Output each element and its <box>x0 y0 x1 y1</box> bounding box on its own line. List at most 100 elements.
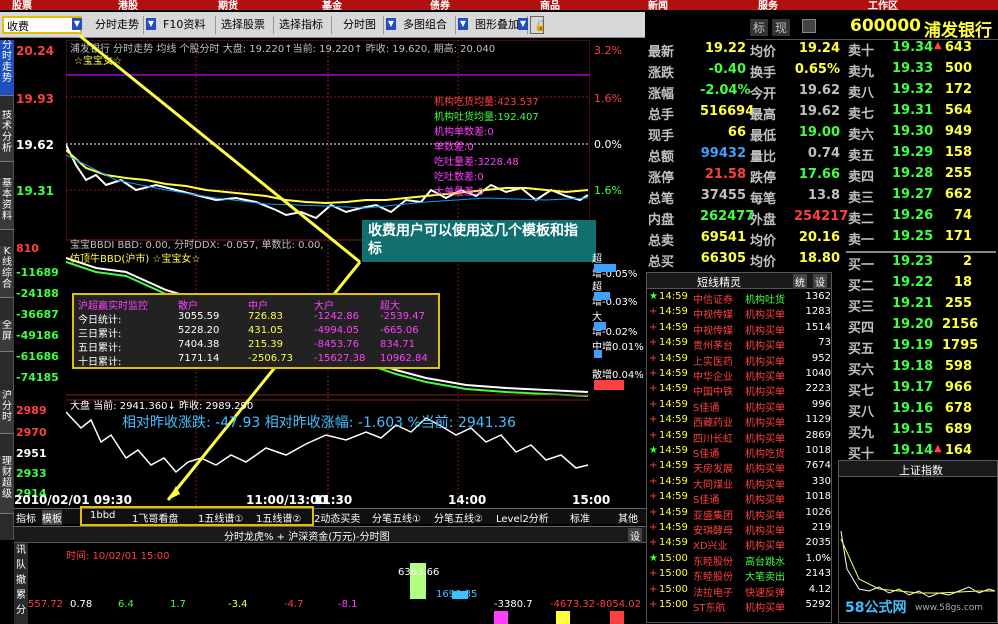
deal-row[interactable]: ★ 14:59 中信证券 机构吐货 1362 <box>649 291 833 306</box>
order-row[interactable]: 买一 19.23 2 <box>846 254 996 275</box>
deal-row[interactable]: +14:59 贵州茅台 机构买单 73 <box>649 337 833 352</box>
deal-row[interactable]: +14:59 四川长虹 机构买单 2869 <box>649 430 833 445</box>
toolbar-intraday[interactable]: 分时走势 <box>92 16 144 34</box>
side-label[interactable]: 分 <box>14 603 28 618</box>
lower-settings-button[interactable]: 设 <box>628 528 642 543</box>
quote-label: 总买 <box>648 255 675 270</box>
order-volume: 255 <box>944 296 972 311</box>
menu-item-workspace[interactable]: 工作区 <box>868 0 898 12</box>
order-price: 19.18 <box>892 359 934 374</box>
menu-item-funds[interactable]: 基金 <box>322 0 342 12</box>
order-row[interactable]: 买五 19.19 1795 <box>846 338 996 359</box>
intraday-dropdown-icon[interactable]: ▼ <box>146 18 156 30</box>
deal-row[interactable]: +14:59 中国中铁 机构买单 2223 <box>649 383 833 398</box>
deal-row[interactable]: +14:59 XD兴业 机构买单 2035 <box>649 537 833 552</box>
order-row[interactable]: 买九 19.15 689 <box>846 422 996 443</box>
time-1500: 15:00 <box>572 493 611 507</box>
order-row[interactable]: 卖六 19.30 949 <box>846 124 996 145</box>
multi-chart-dropdown-icon[interactable]: ▼ <box>458 18 468 30</box>
deal-row[interactable]: +15:00 东睦股份 大笔卖出 2143 <box>649 568 833 583</box>
fee-dropdown-arrow-icon[interactable]: ▼ <box>72 18 82 30</box>
tab-fenbi1[interactable]: 分笔五线① <box>372 510 421 525</box>
deal-row[interactable]: +14:59 中华企业 机构买单 1040 <box>649 368 833 383</box>
order-row[interactable]: 卖七 19.31 564 <box>846 103 996 124</box>
tab-dynamic[interactable]: 2动态买卖 <box>314 510 360 525</box>
deal-row[interactable]: +14:59 亚盛集团 机构买单 1026 <box>649 507 833 522</box>
deal-row[interactable]: +15:00 ST东航 机构买单 5292 <box>649 599 833 614</box>
tab-standard[interactable]: 标准 <box>570 510 590 525</box>
deals-stat-button[interactable]: 统 <box>793 274 807 289</box>
bar <box>594 292 610 300</box>
menu-item-service[interactable]: 服务 <box>758 0 778 12</box>
deal-row[interactable]: +14:59 中视传媒 机构买单 1283 <box>649 306 833 321</box>
side-label[interactable]: 撤 <box>14 573 28 588</box>
deal-row[interactable]: ★ 14:59 S佳通 机构吃货 1018 <box>649 445 833 460</box>
order-row[interactable]: 卖四 19.28 255 <box>846 166 996 187</box>
tab-template[interactable]: 模板 <box>42 510 62 525</box>
menu-item-stocks[interactable]: 股票 <box>12 0 32 12</box>
gear-icon[interactable] <box>802 19 816 33</box>
tab-detail[interactable]: 标 <box>750 19 769 36</box>
menu-item-futures[interactable]: 期货 <box>218 0 238 12</box>
nav-sh-intraday[interactable]: 沪分时 <box>0 390 14 434</box>
deal-row[interactable]: +14:59 S佳通 机构买单 996 <box>649 399 833 414</box>
nav-fullscreen[interactable]: 全屏 <box>0 320 14 352</box>
order-volume: 164 <box>944 443 972 458</box>
tab-indicator[interactable]: 指标 <box>16 510 36 525</box>
order-row[interactable]: 买三 19.21 255 <box>846 296 996 317</box>
menu-item-goods[interactable]: 商品 <box>540 0 560 12</box>
side-label[interactable]: 队 <box>14 558 28 573</box>
order-row[interactable]: 买八 19.16 678 <box>846 401 996 422</box>
overlay-dropdown-icon[interactable]: ▼ <box>518 18 528 30</box>
toolbar-select-indicator[interactable]: 选择指标 <box>276 16 332 34</box>
nav-technical[interactable]: 技术分析 <box>0 110 14 162</box>
deal-row[interactable]: ★ 15:00 东睦股份 高台跳水 1.0% <box>649 553 833 568</box>
order-row[interactable]: 买七 19.17 966 <box>846 380 996 401</box>
deal-row[interactable]: +14:59 S佳通 机构买单 1018 <box>649 491 833 506</box>
order-row[interactable]: 卖五 19.29 158 <box>846 145 996 166</box>
deal-row[interactable]: +14:59 安琪酵母 机构买单 219 <box>649 522 833 537</box>
tab-other[interactable]: 其他 <box>618 510 638 525</box>
order-row[interactable]: 卖一 19.25 171 <box>846 229 996 250</box>
deal-row[interactable]: +14:59 西藏药业 机构买单 1129 <box>649 414 833 429</box>
quote-label: 量比 <box>750 150 777 165</box>
side-label[interactable]: 讯 <box>14 543 28 558</box>
fee-dropdown[interactable]: 收费 <box>2 16 82 34</box>
order-row[interactable]: 买二 19.22 18 <box>846 275 996 296</box>
order-row[interactable]: 买六 19.18 598 <box>846 359 996 380</box>
deal-row[interactable]: +14:59 中视传媒 机构买单 1514 <box>649 322 833 337</box>
tab-fenbi2[interactable]: 分笔五线② <box>434 510 483 525</box>
toolbar-chart[interactable]: 分时图 <box>340 16 384 34</box>
menu-item-news[interactable]: 新闻 <box>648 0 668 12</box>
order-row[interactable]: 卖九 19.33 500 <box>846 61 996 82</box>
y-label-6: -11689 <box>16 266 59 279</box>
deal-time: 14:59 <box>659 368 688 379</box>
toolbar-select-stock[interactable]: 选择股票 <box>218 16 274 34</box>
tab-current[interactable]: 现 <box>772 19 791 36</box>
nav-intraday[interactable]: 分时走势 <box>0 40 14 96</box>
deal-row[interactable]: +15:00 法拉电子 快速反弹 4.12 <box>649 584 833 599</box>
toolbar-f10[interactable]: F10资料 <box>160 16 216 34</box>
menu-item-hk[interactable]: 港股 <box>118 0 138 12</box>
lock-icon[interactable]: 🔒 <box>530 16 544 34</box>
deals-settings-button[interactable]: 设 <box>813 274 827 289</box>
chart-dropdown-icon[interactable]: ▼ <box>386 18 396 30</box>
order-row[interactable]: 卖十 19.34 643 ▲ <box>846 40 996 61</box>
deal-time: 14:59 <box>659 475 688 487</box>
order-row[interactable]: 买四 19.20 2156 <box>846 317 996 338</box>
deal-row[interactable]: +14:59 上实医药 机构买单 952 <box>649 353 833 368</box>
order-row[interactable]: 卖三 19.27 662 <box>846 187 996 208</box>
menu-item-bonds[interactable]: 债券 <box>430 0 450 12</box>
deal-marker-icon: + <box>649 398 658 410</box>
deal-row[interactable]: +14:59 天房发展 机构买单 7674 <box>649 460 833 475</box>
order-price: 19.29 <box>892 145 934 160</box>
order-row[interactable]: 卖二 19.26 74 <box>846 208 996 229</box>
toolbar-multi-chart[interactable]: 多图组合 <box>400 16 456 34</box>
deal-row[interactable]: +14:59 大同煤业 机构买单 330 <box>649 476 833 491</box>
order-row[interactable]: 卖八 19.32 172 <box>846 82 996 103</box>
nav-finance[interactable]: 理财超级 <box>0 456 14 514</box>
side-label[interactable]: 累 <box>14 588 28 603</box>
nav-kline[interactable]: K线综合 <box>0 246 14 298</box>
tab-level2[interactable]: Level2分析 <box>496 510 549 525</box>
nav-fundamental[interactable]: 基本资料 <box>0 178 14 230</box>
